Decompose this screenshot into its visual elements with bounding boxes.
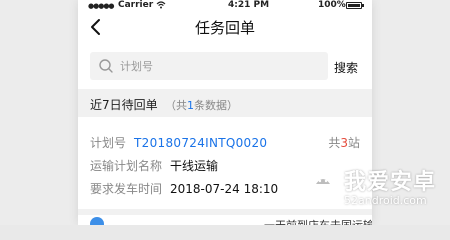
plan-name-value: 干线运输: [170, 159, 219, 173]
nav-bar: 任务回单: [78, 12, 372, 44]
stations-suffix: 站: [347, 136, 360, 150]
count-value: 1: [187, 99, 194, 112]
stations-count: 共3站: [328, 134, 360, 151]
section-title: 近7日待回单: [90, 98, 158, 112]
status-bar: ●●●●● Carrier 4:21 PM 100%: [78, 0, 372, 12]
plan-number-label: 计划号: [90, 136, 127, 150]
search-button[interactable]: 搜索: [334, 59, 358, 76]
screen: ●●●●● Carrier 4:21 PM 100% 任务回单 计划号 搜索 近…: [0, 0, 450, 225]
plan-number-value: T20180724INTQ0020: [134, 136, 268, 150]
battery-percent: 100%: [318, 0, 346, 10]
page-title: 任务回单: [194, 19, 255, 37]
depart-time-row: 要求发车时间 2018-07-24 18:10: [90, 180, 278, 197]
watermark: 我爱安卓 52android.com: [308, 160, 448, 220]
count-suffix: 条数据）: [194, 99, 238, 112]
android-logo-icon: [310, 168, 336, 194]
search-icon: [98, 58, 114, 74]
status-dot-icon: [90, 217, 104, 225]
plan-name-label: 运输计划名称: [90, 159, 163, 173]
search-bar: 搜索: [78, 49, 372, 83]
plan-name-row: 运输计划名称 干线运输: [90, 157, 218, 174]
record-count: （共1条数据）: [165, 97, 238, 113]
carrier-label: Carrier: [118, 0, 154, 10]
plan-number-row: 计划号 T20180724INTQ0020: [90, 134, 267, 151]
clock: 4:21 PM: [228, 0, 270, 10]
count-prefix: （共: [165, 99, 187, 112]
search-input[interactable]: [120, 52, 320, 80]
depart-time-value: 2018-07-24 18:10: [170, 182, 279, 196]
watermark-url: 52android.com: [344, 194, 427, 207]
watermark-title: 我爱安卓: [344, 170, 437, 195]
battery-icon: [346, 2, 364, 9]
signal-icon: ●●●●●: [88, 2, 115, 10]
search-box[interactable]: [90, 52, 328, 80]
wifi-icon: [156, 1, 166, 11]
depart-time-label: 要求发车时间: [90, 182, 163, 196]
stations-value: 3: [340, 136, 348, 150]
section-header: 近7日待回单 （共1条数据）: [78, 89, 372, 117]
stations-prefix: 共: [328, 136, 341, 150]
